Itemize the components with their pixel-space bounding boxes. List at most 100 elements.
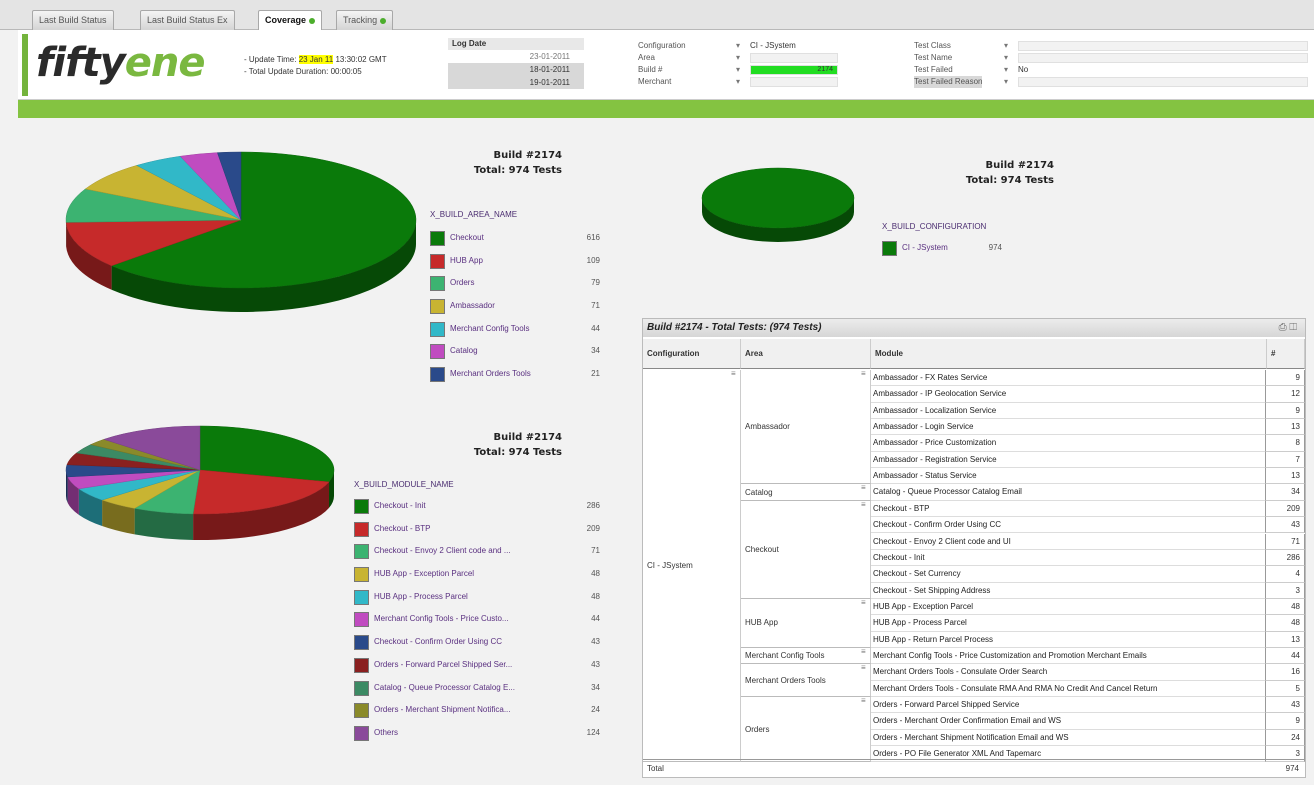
table-row-count: 13 <box>1265 419 1305 436</box>
table-row-module: HUB App - Process Parcel <box>871 615 1265 632</box>
legend-item[interactable]: Others 124 <box>354 723 604 746</box>
filter-row[interactable]: Test Failed ▾ No <box>914 64 1310 76</box>
column-header[interactable]: Area <box>741 339 871 369</box>
legend-label: HUB App - Exception Parcel <box>374 569 475 579</box>
area-pie-chart[interactable] <box>56 148 426 318</box>
table-toolbar-icons[interactable]: ⎙ ◫ <box>1279 322 1297 333</box>
filter-label: Area <box>638 53 655 62</box>
legend-item[interactable]: Orders 79 <box>430 273 610 296</box>
module-legend: Checkout - Init 286 Checkout - BTP 209 Check… <box>354 496 604 746</box>
filter-value[interactable] <box>750 77 838 87</box>
table-row-count: 3 <box>1265 582 1305 599</box>
table-row-module: Ambassador - Login Service <box>871 419 1265 436</box>
area-chart-title: Build #2174 Total: 974 Tests <box>473 150 562 176</box>
legend-item[interactable]: Checkout - Init 286 <box>354 496 604 519</box>
table-row-count: 209 <box>1265 500 1305 518</box>
dropdown-arrow-icon[interactable]: ▾ <box>1004 40 1008 52</box>
status-dot-icon <box>380 17 387 24</box>
dropdown-arrow-icon[interactable]: ▾ <box>736 76 740 88</box>
log-date-listbox[interactable]: Log Date 23-01-2011 18-01-2011 19-01-201… <box>448 38 584 89</box>
tab-tracking[interactable]: Tracking <box>336 10 394 30</box>
legend-item[interactable]: HUB App 109 <box>430 251 610 274</box>
module-pie-chart[interactable] <box>62 418 352 558</box>
pie-slice[interactable] <box>701 167 855 229</box>
table-row-count: 34 <box>1265 484 1305 501</box>
collapse-toggle-icon[interactable]: ≡ <box>861 369 866 378</box>
filter-row[interactable]: Test Class ▾ <box>914 40 1310 52</box>
legend-item[interactable]: Checkout - BTP 209 <box>354 519 604 542</box>
collapse-toggle-icon[interactable]: ≡ <box>861 500 866 509</box>
tab-last-build-status-ex[interactable]: Last Build Status Ex <box>140 10 235 30</box>
update-duration: - Total Update Duration: 00:00:05 <box>244 67 362 76</box>
filter-row[interactable]: Test Failed Reason ▾ <box>914 76 1310 88</box>
collapse-toggle-icon[interactable]: ≡ <box>861 647 866 656</box>
legend-item[interactable]: Orders - Merchant Shipment Notifica... 24 <box>354 700 604 723</box>
legend-swatch <box>354 703 369 719</box>
table-row-module: Checkout - Confirm Order Using CC <box>871 517 1265 534</box>
table-row-module: Merchant Config Tools - Price Customizat… <box>871 648 1265 665</box>
filter-row[interactable]: Test Name ▾ <box>914 52 1310 64</box>
legend-swatch <box>430 231 445 246</box>
dropdown-arrow-icon[interactable]: ▾ <box>1004 64 1008 76</box>
log-date-item[interactable]: 23-01-2011 <box>448 50 584 63</box>
table-row-module: Ambassador - IP Geolocation Service <box>871 386 1265 403</box>
filter-row[interactable]: Merchant ▾ <box>638 76 838 88</box>
legend-item[interactable]: Checkout 616 <box>430 228 610 251</box>
legend-item[interactable]: Merchant Config Tools - Price Custo... 44 <box>354 609 604 632</box>
filter-label: Merchant <box>638 77 672 86</box>
collapse-toggle-icon[interactable]: ≡ <box>861 663 866 672</box>
column-header[interactable]: Configuration <box>643 339 741 369</box>
filter-value[interactable] <box>1018 77 1308 87</box>
legend-value: 109 <box>586 255 600 265</box>
legend-swatch <box>354 544 369 560</box>
collapse-toggle-icon[interactable]: ≡ <box>731 369 736 378</box>
filter-value[interactable]: 2174 <box>750 65 838 75</box>
table-row-count: 9 <box>1265 370 1305 387</box>
dropdown-arrow-icon[interactable]: ▾ <box>1004 76 1008 88</box>
legend-item[interactable]: HUB App - Process Parcel 48 <box>354 587 604 610</box>
configuration-pie-chart[interactable] <box>698 160 868 250</box>
collapse-toggle-icon[interactable]: ≡ <box>861 598 866 607</box>
legend-item[interactable]: Ambassador 71 <box>430 296 610 319</box>
legend-item[interactable]: Checkout - Envoy 2 Client code and ... 71 <box>354 541 604 564</box>
dropdown-arrow-icon[interactable]: ▾ <box>736 64 740 76</box>
log-date-item[interactable]: 19-01-2011 <box>448 76 584 89</box>
legend-value: 124 <box>586 727 600 737</box>
table-row-module: Ambassador - FX Rates Service <box>871 370 1265 387</box>
legend-value: 71 <box>591 301 600 311</box>
filter-value[interactable]: CI - JSystem <box>750 41 838 51</box>
filter-row[interactable]: Configuration ▾ CI - JSystem <box>638 40 838 52</box>
dropdown-arrow-icon[interactable]: ▾ <box>736 40 740 52</box>
legend-item[interactable]: Checkout - Confirm Order Using CC 43 <box>354 632 604 655</box>
table-row-count: 4 <box>1265 566 1305 583</box>
collapse-toggle-icon[interactable]: ≡ <box>861 483 866 492</box>
filter-value[interactable] <box>1018 41 1308 51</box>
legend-swatch <box>882 241 897 256</box>
column-header[interactable]: Module <box>871 339 1267 369</box>
log-date-item[interactable]: 18-01-2011 <box>448 63 584 76</box>
filter-row[interactable]: Area ▾ <box>638 52 838 64</box>
logo-accent-bar <box>22 34 28 96</box>
legend-label: Checkout <box>450 233 484 242</box>
tab-label: Tracking <box>343 15 378 25</box>
legend-item[interactable]: Catalog - Queue Processor Catalog E... 34 <box>354 678 604 701</box>
collapse-toggle-icon[interactable]: ≡ <box>861 696 866 705</box>
legend-item[interactable]: Catalog 34 <box>430 341 610 364</box>
tab-coverage[interactable]: Coverage <box>258 10 323 31</box>
legend-label: Merchant Orders Tools <box>450 369 531 379</box>
dropdown-arrow-icon[interactable]: ▾ <box>736 52 740 64</box>
legend-item[interactable]: HUB App - Exception Parcel 48 <box>354 564 604 587</box>
filter-label: Test Failed <box>914 65 953 74</box>
filter-row[interactable]: Build # ▾ 2174 <box>638 64 838 76</box>
tab-last-build-status[interactable]: Last Build Status <box>32 10 114 30</box>
filter-value[interactable]: No <box>1018 65 1308 75</box>
filter-value[interactable] <box>1018 53 1308 63</box>
filter-value[interactable] <box>750 53 838 63</box>
column-header[interactable]: # <box>1267 339 1305 369</box>
dropdown-arrow-icon[interactable]: ▾ <box>1004 52 1008 64</box>
legend-item[interactable]: Merchant Orders Tools 21 <box>430 364 610 387</box>
legend-item[interactable]: Merchant Config Tools 44 <box>430 319 610 342</box>
legend-item[interactable]: Orders - Forward Parcel Shipped Ser... 43 <box>354 655 604 678</box>
legend-item[interactable]: CI - JSystem 974 <box>882 238 1022 261</box>
legend-label: Checkout - Envoy 2 Client code and ... <box>374 546 511 556</box>
